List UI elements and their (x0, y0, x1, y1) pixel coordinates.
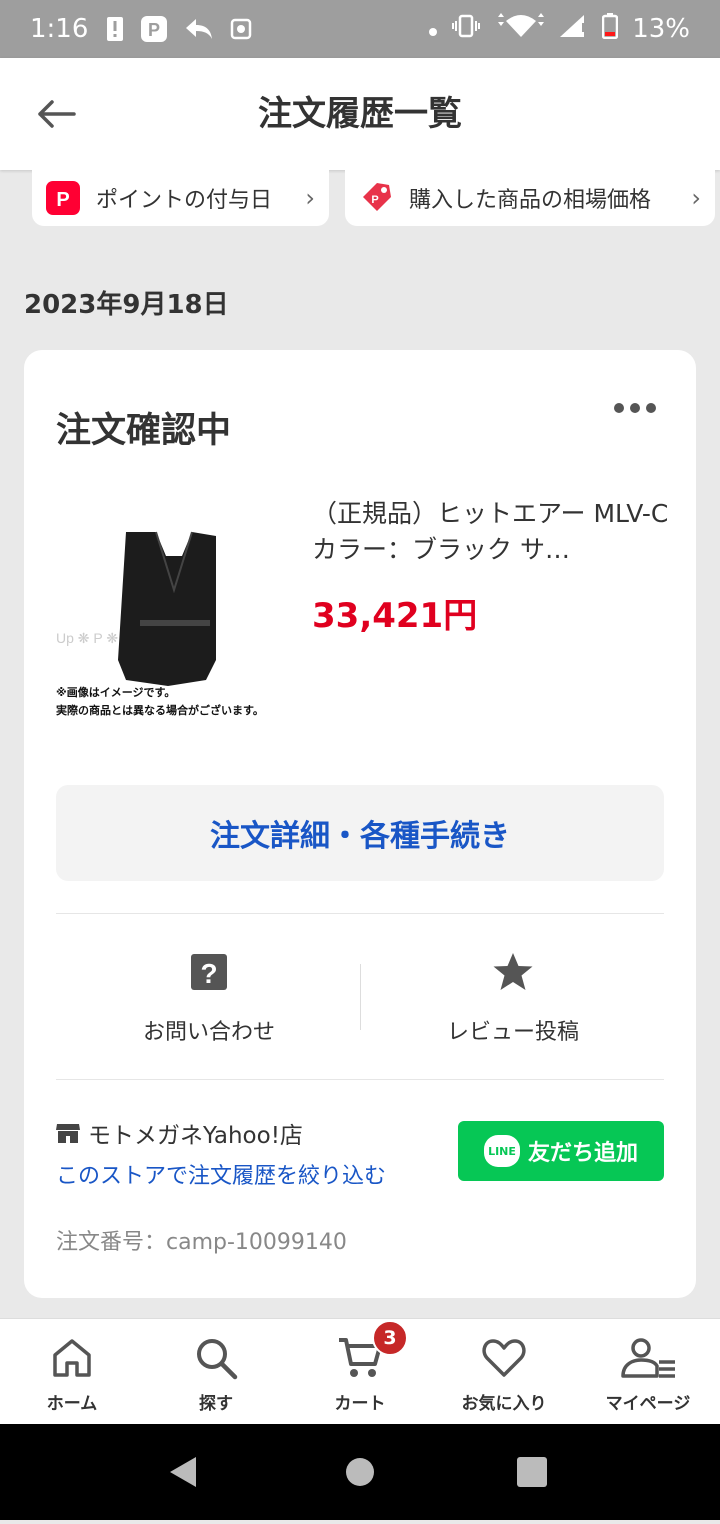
settings-icon (230, 18, 252, 40)
svg-text:P: P (148, 20, 160, 40)
svg-text:P: P (371, 194, 378, 206)
product-image[interactable]: Up ❋ P ❋ rkUp ❋ P ※画像はイメージです。 実際の商品とは異なる… (56, 510, 282, 720)
review-button[interactable]: レビュー投稿 (378, 950, 648, 1050)
battery-icon (601, 12, 619, 46)
divider (56, 1079, 664, 1080)
alert-icon (106, 16, 124, 42)
line-button-label: 友だち追加 (527, 1141, 638, 1166)
chip-point-date[interactable]: P ポイントの付与日 › (32, 170, 329, 226)
cart-icon (288, 1333, 432, 1383)
review-label: レビュー投稿 (446, 1020, 579, 1045)
tab-favorites[interactable]: お気に入り (432, 1319, 576, 1425)
product-name[interactable]: （正規品）ヒットエアー MLV-C カラー：ブラック サ… (312, 496, 672, 568)
tab-search[interactable]: 探す (144, 1319, 288, 1425)
chevron-right-icon: › (305, 184, 315, 212)
wifi-icon (494, 12, 545, 46)
chevron-right-icon: › (691, 184, 701, 212)
chip-market-price[interactable]: P 購入した商品の相場価格 › (345, 170, 715, 226)
svg-text:?: ? (200, 958, 217, 989)
inquiry-label: お問い合わせ (142, 1020, 275, 1045)
price-tag-icon: P (359, 181, 393, 215)
signal-icon (558, 13, 588, 46)
store-name[interactable]: モトメガネYahoo!店 (56, 1116, 303, 1150)
status-bar: 1:16 P 13% (0, 0, 720, 58)
chip-label: 購入した商品の相場価格 (409, 188, 652, 213)
page-title: 注文履歴一覧 (258, 94, 462, 134)
system-nav-bar (0, 1424, 720, 1520)
order-date: 2023年9月18日 (24, 290, 229, 320)
home-nav-icon[interactable] (346, 1458, 374, 1486)
tab-label: お気に入り (461, 1394, 547, 1414)
bottom-tab-bar: ホーム 探す カート お気に入り マイページ (0, 1318, 720, 1425)
back-nav-icon[interactable] (170, 1457, 196, 1487)
paypay-point-icon: P (46, 181, 80, 215)
mypage-icon (576, 1333, 720, 1383)
recents-nav-icon[interactable] (517, 1457, 547, 1487)
line-add-friend-button[interactable]: LINE 友だち追加 (458, 1121, 664, 1181)
home-icon (0, 1333, 144, 1383)
product-price: 33,421円 (312, 596, 478, 636)
status-time: 1:16 (30, 14, 89, 44)
heart-icon (432, 1333, 576, 1383)
image-caption-2: 実際の商品とは異なる場合がございます。 (56, 703, 264, 717)
vibrate-icon (452, 14, 481, 45)
tab-home[interactable]: ホーム (0, 1319, 144, 1425)
order-number: 注文番号：camp-10099140 (56, 1230, 347, 1255)
dot-icon (428, 14, 438, 44)
vertical-divider (360, 964, 361, 1030)
paypay-icon: P (140, 15, 168, 43)
store-label: モトメガネYahoo!店 (88, 1123, 303, 1149)
order-status: 注文確認中 (56, 411, 232, 451)
order-detail-button[interactable]: 注文詳細・各種手続き (56, 785, 664, 881)
question-icon: ? (74, 950, 344, 994)
tab-mypage[interactable]: マイページ (576, 1319, 720, 1425)
more-options-icon[interactable] (614, 398, 658, 418)
image-caption-1: ※画像はイメージです。 (56, 685, 175, 699)
tab-label: カート (334, 1394, 386, 1414)
star-icon (378, 950, 648, 994)
divider (56, 913, 664, 914)
battery-percent: 13% (632, 14, 690, 44)
tab-cart[interactable]: カート (288, 1319, 432, 1425)
tab-label: マイページ (605, 1394, 691, 1414)
svg-text:P: P (56, 189, 69, 210)
reply-icon (184, 17, 214, 41)
chip-label: ポイントの付与日 (96, 188, 273, 213)
filter-by-store-link[interactable]: このストアで注文履歴を絞り込む (56, 1158, 386, 1190)
inquiry-button[interactable]: ? お問い合わせ (74, 950, 344, 1050)
app-header: 注文履歴一覧 (0, 58, 720, 170)
search-icon (144, 1333, 288, 1383)
tab-label: 探す (199, 1394, 233, 1414)
order-card: 注文確認中 Up ❋ P ❋ rkUp ❋ P ※画像はイメージです。 実際の商… (24, 350, 696, 1298)
tab-label: ホーム (46, 1394, 98, 1414)
line-logo-icon: LINE (483, 1135, 520, 1167)
store-icon (56, 1122, 80, 1144)
cart-count-badge: 3 (372, 1320, 408, 1356)
